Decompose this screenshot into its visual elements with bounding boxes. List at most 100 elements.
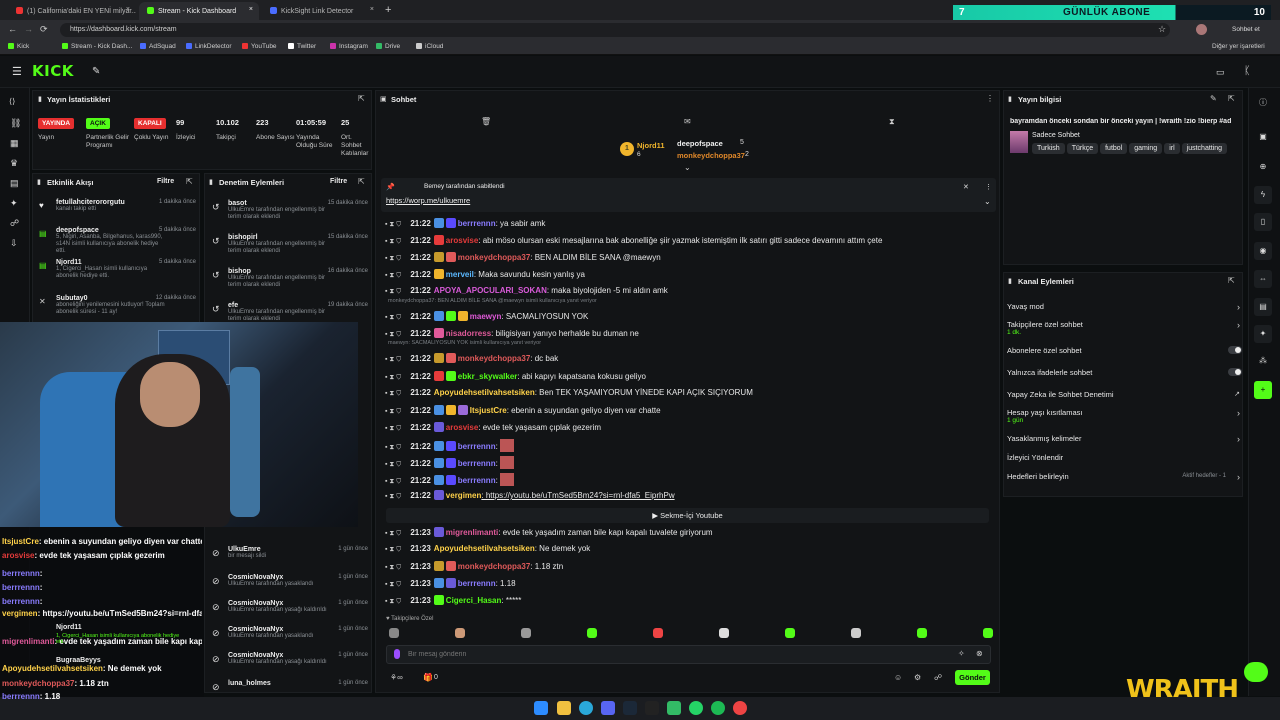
edit-icon[interactable]: ✎ — [1210, 94, 1217, 103]
spotify-icon[interactable] — [711, 701, 725, 715]
message-username[interactable]: ebkr_skywalker — [458, 372, 518, 381]
category-name[interactable]: Sadece Sohbet — [1032, 132, 1080, 139]
message-username[interactable]: vergimen — [446, 491, 482, 500]
bookmark-item[interactable]: Twitter — [288, 43, 316, 50]
activity-filter[interactable]: Filtre — [157, 178, 174, 185]
chat-menu-icon[interactable]: ⋮ — [986, 94, 994, 103]
message-actions-icon[interactable]: ▪ ⧗ ⛉ — [385, 272, 401, 279]
quick-emote-icon[interactable] — [653, 628, 663, 638]
message-username[interactable]: merveil — [446, 270, 474, 279]
message-username[interactable]: arosvise — [446, 423, 478, 432]
rail-target-icon[interactable]: ⊕ — [1254, 158, 1272, 176]
profile-chat-label[interactable]: Sohbet et — [1232, 26, 1260, 33]
forward-icon[interactable]: → — [24, 24, 33, 34]
message-actions-icon[interactable]: ▪ ⧗ ⛉ — [385, 408, 401, 415]
top-gifter-name[interactable]: monkeydchoppa37 — [677, 151, 745, 160]
unpin-icon[interactable]: ✕ — [963, 183, 969, 191]
message-actions-icon[interactable]: ▪ ⧗ ⛉ — [385, 581, 401, 588]
youtube-tab-button[interactable]: ▶ Sekme-İçi Youtube — [386, 508, 989, 523]
stream-tag[interactable]: irl — [1164, 143, 1180, 154]
message-actions-icon[interactable]: ▪ ⧗ ⛉ — [385, 461, 401, 468]
activity-popout-icon[interactable]: ⇱ — [186, 177, 193, 186]
top-gifter-name[interactable]: Njord11 — [637, 141, 665, 150]
avatar[interactable] — [1196, 24, 1207, 35]
channel-action-item[interactable]: Hedefleri belirleyin Aktif hedefler - 1 › — [1007, 472, 1242, 482]
message-username[interactable]: maewyn — [470, 312, 502, 321]
rail-bubble-icon[interactable]: ◉ — [1254, 242, 1272, 260]
quick-emote-icon[interactable] — [785, 628, 795, 638]
url-input[interactable]: https://dashboard.kick.com/stream — [60, 23, 1170, 37]
message-actions-icon[interactable]: ▪ ⧗ ⛉ — [385, 546, 401, 553]
browser-tab[interactable]: Stream - Kick Dashboard × — [139, 2, 259, 20]
stream-tag[interactable]: Turkish — [1032, 143, 1065, 154]
message-username[interactable]: APOYA_APOCULARI_SOKAN — [434, 286, 547, 295]
message-actions-icon[interactable]: ▪ ⧗ ⛉ — [385, 390, 401, 397]
channel-action-item[interactable]: Yalnızca ifadelerle sohbet — [1007, 368, 1242, 377]
message-actions-icon[interactable]: ▪ ⧗ ⛉ — [385, 255, 401, 262]
chat-users-icon[interactable]: ☍ — [934, 673, 942, 682]
message-actions-icon[interactable]: ▪ ⧗ ⛉ — [385, 530, 401, 537]
start-icon[interactable] — [534, 701, 548, 715]
stats-popout-icon[interactable]: ⇱ — [358, 94, 365, 103]
toggle-switch[interactable] — [1228, 346, 1242, 354]
chevron-down-icon[interactable]: ⌄ — [684, 163, 691, 172]
display-icon[interactable]: ▭ — [1216, 67, 1225, 78]
rail-chat-bubble-button[interactable] — [1244, 662, 1268, 682]
bookmark-item[interactable]: iCloud — [416, 43, 443, 50]
message-actions-icon[interactable]: ▪ ⧗ ⛉ — [385, 221, 401, 228]
message-actions-icon[interactable]: ▪ ⧗ ⛉ — [385, 598, 401, 605]
rail-people-icon[interactable]: ☍ — [10, 218, 19, 229]
message-username[interactable]: berrrennn — [458, 476, 496, 485]
kick-logo[interactable]: KICK — [32, 62, 74, 80]
quick-emote-icon[interactable] — [983, 628, 993, 638]
rail-phone-icon[interactable]: ▯ — [1254, 213, 1272, 231]
rail-info-icon[interactable]: ⓘ — [1254, 94, 1272, 112]
reload-icon[interactable]: ⟳ — [40, 24, 48, 35]
stream-tag[interactable]: Türkçe — [1066, 143, 1099, 154]
rail-code-icon[interactable]: ⟨⟩ — [9, 97, 15, 106]
message-actions-icon[interactable]: ▪ ⧗ ⛉ — [385, 331, 401, 338]
message-actions-icon[interactable]: ▪ ⧗ ⛉ — [385, 478, 401, 485]
message-username[interactable]: berrrennn — [458, 459, 496, 468]
whatsapp-icon[interactable] — [689, 701, 703, 715]
chat-message-icon[interactable]: ✉ — [684, 117, 691, 126]
chat-trash-icon[interactable]: 🗑 — [481, 117, 491, 126]
other-bookmarks[interactable]: Diğer yer işaretleri — [1212, 43, 1265, 50]
app-icon[interactable] — [667, 701, 681, 715]
rail-trophy-icon[interactable]: ♛ — [10, 158, 18, 169]
emote-picker-icon[interactable]: ✧ — [958, 649, 965, 658]
toggle-switch[interactable] — [1228, 368, 1242, 376]
stream-tag[interactable]: gaming — [1129, 143, 1163, 154]
pinned-link[interactable]: https://worp.me/ulkuemre — [386, 196, 470, 205]
message-actions-icon[interactable]: ▪ ⧗ ⛉ — [385, 564, 401, 571]
clear-input-icon[interactable]: ⊗ — [976, 649, 983, 658]
tab-close-icon[interactable]: × — [370, 6, 374, 13]
tab-close-icon[interactable]: × — [249, 6, 253, 13]
message-username[interactable]: berrrennn — [458, 219, 496, 228]
chat-hourglass-icon[interactable]: ⧗ — [889, 117, 895, 127]
rail-tool-icon[interactable]: ✦ — [1254, 325, 1272, 343]
rail-link-icon[interactable]: ⛓ — [10, 118, 21, 129]
moderation-popout-icon[interactable]: ⇱ — [358, 177, 365, 186]
quick-emote-icon[interactable] — [917, 628, 927, 638]
quick-emote-icon[interactable] — [389, 628, 399, 638]
message-username[interactable]: monkeydchoppa37 — [458, 354, 530, 363]
mic-icon[interactable] — [394, 649, 400, 659]
message-username[interactable]: arosvise — [446, 236, 478, 245]
channel-action-item[interactable]: Yavaş mod › — [1007, 302, 1242, 312]
pinned-expand-icon[interactable]: ⌄ — [984, 197, 991, 206]
message-username[interactable]: Apoyudehsetilvahsetsiken — [434, 388, 535, 397]
points-icon[interactable]: ⚘∞ — [390, 673, 403, 682]
message-username[interactable]: berrrennn — [458, 442, 496, 451]
message-actions-icon[interactable]: ▪ ⧗ ⛉ — [385, 425, 401, 432]
rail-lightning-icon[interactable]: ϟ — [1254, 186, 1272, 204]
kick-k-icon[interactable]: ᛕ — [1244, 65, 1251, 77]
rail-wrench-icon[interactable]: ✦ — [10, 198, 18, 209]
channel-actions-popout-icon[interactable]: ⇱ — [1228, 276, 1235, 285]
bookmark-item[interactable]: Instagram — [330, 43, 368, 50]
chat-message-input[interactable] — [408, 648, 928, 661]
rail-add-icon[interactable]: + — [1254, 381, 1272, 399]
bookmark-item[interactable]: Kick — [8, 43, 29, 50]
channel-action-item[interactable]: Yasaklanmış kelimeler › — [1007, 434, 1242, 444]
chat-emote-icon[interactable]: ☺ — [894, 673, 902, 682]
